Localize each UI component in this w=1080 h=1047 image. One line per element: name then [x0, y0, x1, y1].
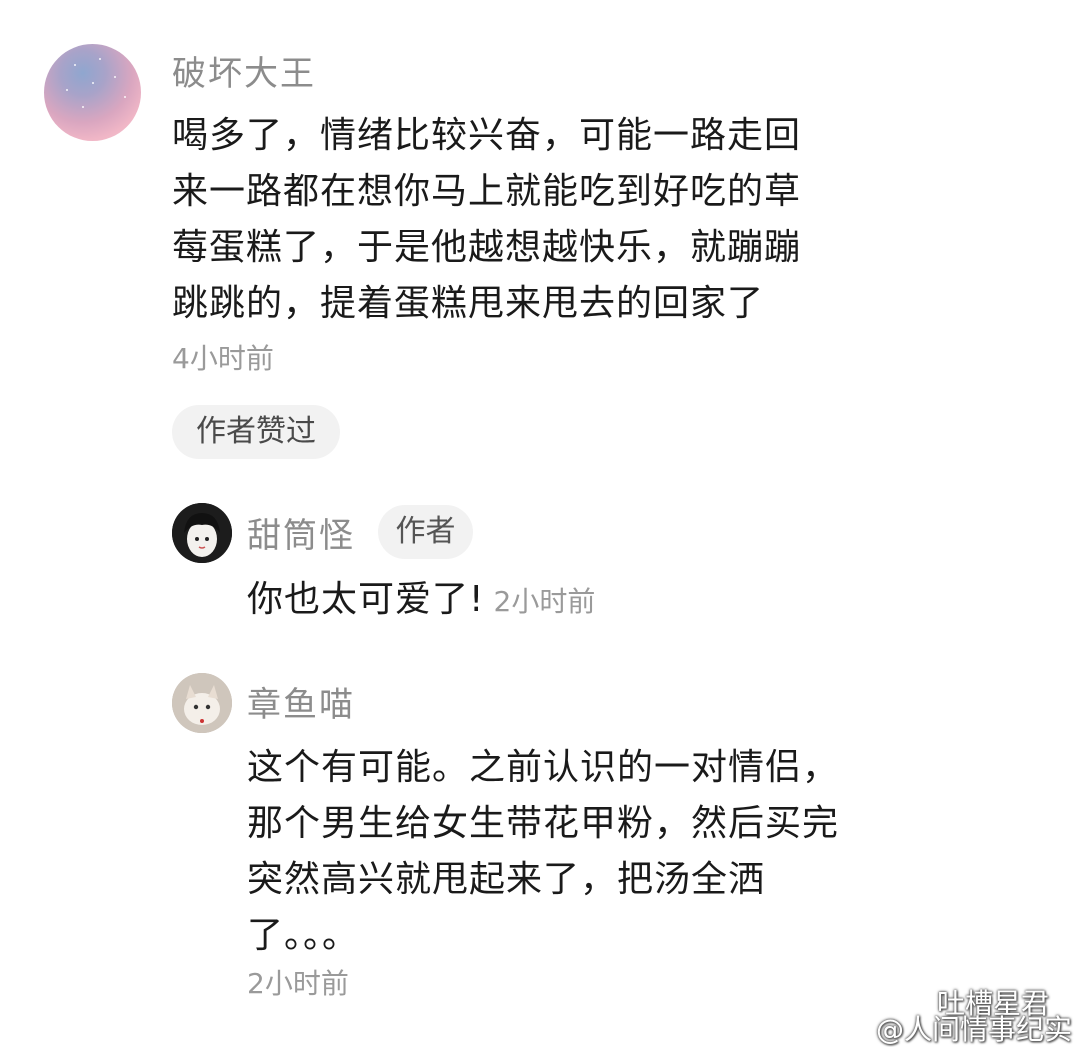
comment-line: 莓蛋糕了，于是他越想越快乐，就蹦蹦	[172, 227, 802, 268]
author-liked-badge: 作者赞过	[172, 405, 340, 459]
avatar-illustration	[172, 503, 232, 563]
reply-timestamp: 2小时前	[493, 585, 596, 618]
avatar-illustration	[172, 673, 232, 733]
weibo-icon	[838, 1017, 870, 1042]
comment-line: 跳跳的，提着蛋糕甩来甩去的回家了	[172, 283, 765, 324]
reply-line: 了。。。	[247, 915, 360, 956]
author-badge: 作者	[378, 505, 473, 559]
reply-text: 你也太可爱了!	[247, 579, 485, 620]
comment-line: 喝多了，情绪比较兴奋，可能一路走回	[172, 115, 802, 156]
reply-body[interactable]: 这个有可能。之前认识的一对情侣， 那个男生给女生带花甲粉，然后买完 突然高兴就甩…	[247, 740, 947, 964]
weibo-account: @人间情事纪实	[876, 1013, 1073, 1046]
reply-body[interactable]: 你也太可爱了! 2小时前	[247, 572, 595, 628]
comment-thread: 破坏大王 喝多了，情绪比较兴奋，可能一路走回 来一路都在想你马上就能吃到好吃的草…	[0, 0, 1080, 1047]
reply-timestamp: 2小时前	[247, 967, 349, 1000]
avatar[interactable]	[172, 673, 232, 733]
reply-line: 这个有可能。之前认识的一对情侣，	[247, 747, 840, 788]
comment-body[interactable]: 喝多了，情绪比较兴奋，可能一路走回 来一路都在想你马上就能吃到好吃的草 莓蛋糕了…	[172, 108, 912, 332]
reply-line: 突然高兴就甩起来了，把汤全洒	[247, 859, 766, 900]
comment-username[interactable]: 破坏大王	[172, 46, 316, 95]
weibo-watermark: @人间情事纪实	[838, 1008, 1072, 1047]
reply-username[interactable]: 章鱼喵	[247, 677, 355, 726]
comment-line: 来一路都在想你马上就能吃到好吃的草	[172, 171, 802, 212]
avatar[interactable]	[172, 503, 232, 563]
reply-username[interactable]: 甜筒怪	[247, 508, 355, 557]
comment-timestamp: 4小时前	[172, 342, 274, 375]
avatar[interactable]	[44, 44, 141, 141]
reply-line: 那个男生给女生带花甲粉，然后买完	[247, 803, 840, 844]
